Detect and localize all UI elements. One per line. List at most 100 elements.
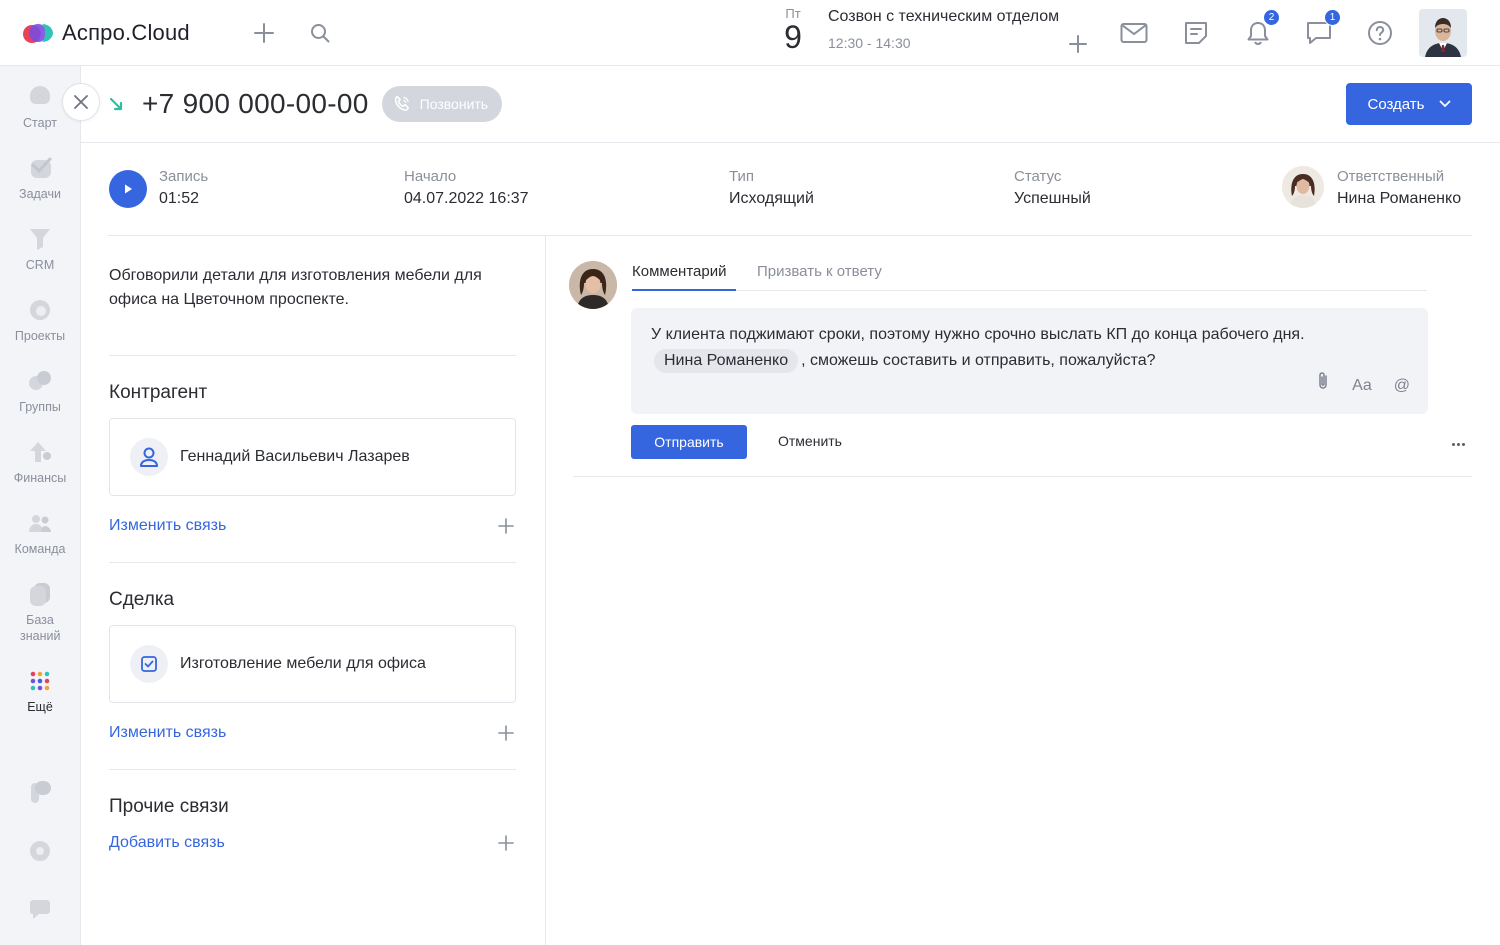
section-divider [109, 769, 516, 770]
recording-duration: 01:52 [159, 190, 200, 207]
responsible-avatar[interactable] [1282, 166, 1324, 208]
sidebar-item-label: CRM [25, 258, 55, 272]
comment-text-start: У клиента поджимают сроки, поэтому нужно… [651, 326, 1305, 343]
sidebar-item-projects[interactable]: Проекты [0, 297, 80, 344]
other-links-title: Прочие связи [109, 796, 229, 817]
chat-icon[interactable]: 1 [1303, 9, 1341, 49]
type-label: Тип [729, 168, 755, 185]
mention-chip[interactable]: Нина Романенко [654, 349, 799, 373]
support-chat-icon [27, 897, 53, 923]
sidebar-item-groups[interactable]: Группы [0, 368, 80, 415]
active-tab-indicator [632, 289, 736, 291]
deal-card[interactable]: Изготовление мебели для офиса [109, 625, 516, 703]
deal-checkbox-icon [130, 645, 168, 683]
finance-icon [27, 439, 53, 465]
notes-icon[interactable] [1180, 17, 1212, 49]
column-divider [545, 236, 546, 945]
sidebar-item-knowledge-base[interactable]: База знаний [0, 581, 80, 644]
create-button-label: Создать [1367, 95, 1425, 113]
logo-text: Аспро.Cloud [62, 20, 190, 45]
groups-icon [27, 368, 53, 394]
section-divider [109, 355, 516, 356]
knowledge-icon [27, 581, 53, 607]
left-sidebar: Старт Задачи CRM Проекты Группы Финансы [0, 66, 80, 945]
sidebar-item-team[interactable]: Команда [0, 510, 80, 557]
sidebar-item-crm[interactable]: CRM [0, 226, 80, 273]
comment-input[interactable]: У клиента поджимают сроки, поэтому нужно… [631, 308, 1428, 414]
close-panel-button[interactable] [62, 83, 100, 121]
add-event-icon[interactable] [1064, 30, 1092, 58]
attach-paperclip-icon[interactable] [1316, 371, 1330, 400]
counterparty-change-link[interactable]: Изменить связь [109, 517, 226, 535]
recording-label: Запись [159, 168, 209, 185]
more-grid-icon [27, 668, 53, 694]
more-options-icon[interactable] [1448, 434, 1468, 454]
add-other-link-icon[interactable] [497, 834, 515, 852]
sidebar-item-finance[interactable]: Финансы [0, 439, 80, 486]
search-icon[interactable] [304, 17, 336, 49]
add-counterparty-icon[interactable] [497, 517, 515, 535]
tab-comment[interactable]: Комментарий [632, 263, 726, 280]
add-deal-icon[interactable] [497, 724, 515, 742]
call-button-label: Позвонить [419, 96, 489, 112]
comment-toolbar: Aa @ [1316, 371, 1410, 400]
help-icon[interactable] [1364, 17, 1396, 49]
sidebar-item-label: Старт [23, 116, 57, 130]
comment-author-avatar [569, 261, 617, 309]
comments-divider [573, 476, 1472, 477]
team-icon [27, 510, 53, 536]
responsible-label: Ответственный [1337, 168, 1445, 185]
cancel-button[interactable]: Отменить [778, 433, 842, 449]
user-avatar[interactable] [1419, 9, 1467, 57]
top-bar: Аспро.Cloud Пт 9 Созвон с техническим от… [0, 0, 1500, 66]
start-label: Начало [404, 168, 457, 185]
sidebar-item-tasks[interactable]: Задачи [0, 155, 80, 202]
sidebar-brand-icon[interactable] [0, 779, 80, 810]
deal-title: Сделка [109, 589, 175, 610]
sidebar-settings[interactable] [0, 838, 80, 869]
sidebar-item-label: Проекты [14, 329, 66, 343]
responsible-name[interactable]: Нина Романенко [1337, 190, 1461, 208]
notifications-bell-icon[interactable]: 2 [1242, 9, 1280, 49]
sidebar-item-label: Группы [19, 400, 61, 414]
chevron-down-icon [1439, 100, 1450, 108]
add-link[interactable]: Добавить связь [109, 834, 225, 852]
play-icon [125, 184, 132, 194]
calendar-date[interactable]: Пт 9 [780, 6, 806, 53]
counterparty-title: Контрагент [109, 382, 208, 403]
mail-icon[interactable] [1118, 17, 1150, 49]
play-recording-button[interactable] [109, 170, 147, 208]
logo-mark-icon [22, 21, 54, 45]
status-info: Статус Успешный [1014, 168, 1091, 208]
status-label: Статус [1014, 168, 1062, 185]
sidebar-item-label: Финансы [13, 471, 67, 485]
aspro-brand-icon [27, 779, 53, 805]
call-button[interactable]: Позвонить [381, 86, 503, 122]
send-button[interactable]: Отправить [631, 425, 747, 459]
counterparty-card[interactable]: Геннадий Васильевич Лазарев [109, 418, 516, 496]
sidebar-item-label: Задачи [19, 187, 61, 201]
event-time: 12:30 - 14:30 [828, 35, 911, 51]
check-icon [27, 155, 53, 181]
close-icon [74, 95, 88, 109]
start-info: Начало 04.07.2022 16:37 [404, 168, 529, 208]
create-button[interactable]: Создать [1346, 83, 1472, 125]
upcoming-event[interactable]: Созвон с техническим отделом 12:30 - 14:… [828, 8, 1059, 51]
sidebar-item-more[interactable]: Ещё [0, 668, 80, 715]
sidebar-support[interactable] [0, 897, 80, 928]
app-logo[interactable]: Аспро.Cloud [22, 20, 190, 46]
tab-call-to-answer[interactable]: Призвать к ответу [757, 263, 882, 280]
text-format-button[interactable]: Aa [1352, 373, 1372, 399]
funnel-icon [27, 226, 53, 252]
sidebar-item-label: Ещё [27, 700, 53, 714]
sidebar-item-label: База знаний [20, 613, 61, 643]
outgoing-call-arrow-icon [108, 95, 126, 113]
status-value: Успешный [1014, 190, 1091, 207]
mention-at-button[interactable]: @ [1394, 373, 1410, 399]
start-value: 04.07.2022 16:37 [404, 190, 529, 207]
deal-change-link[interactable]: Изменить связь [109, 724, 226, 742]
meta-divider [108, 235, 1472, 236]
heart-icon [27, 84, 53, 110]
add-icon[interactable] [248, 17, 280, 49]
responsible-info: Ответственный Нина Романенко [1337, 168, 1461, 208]
